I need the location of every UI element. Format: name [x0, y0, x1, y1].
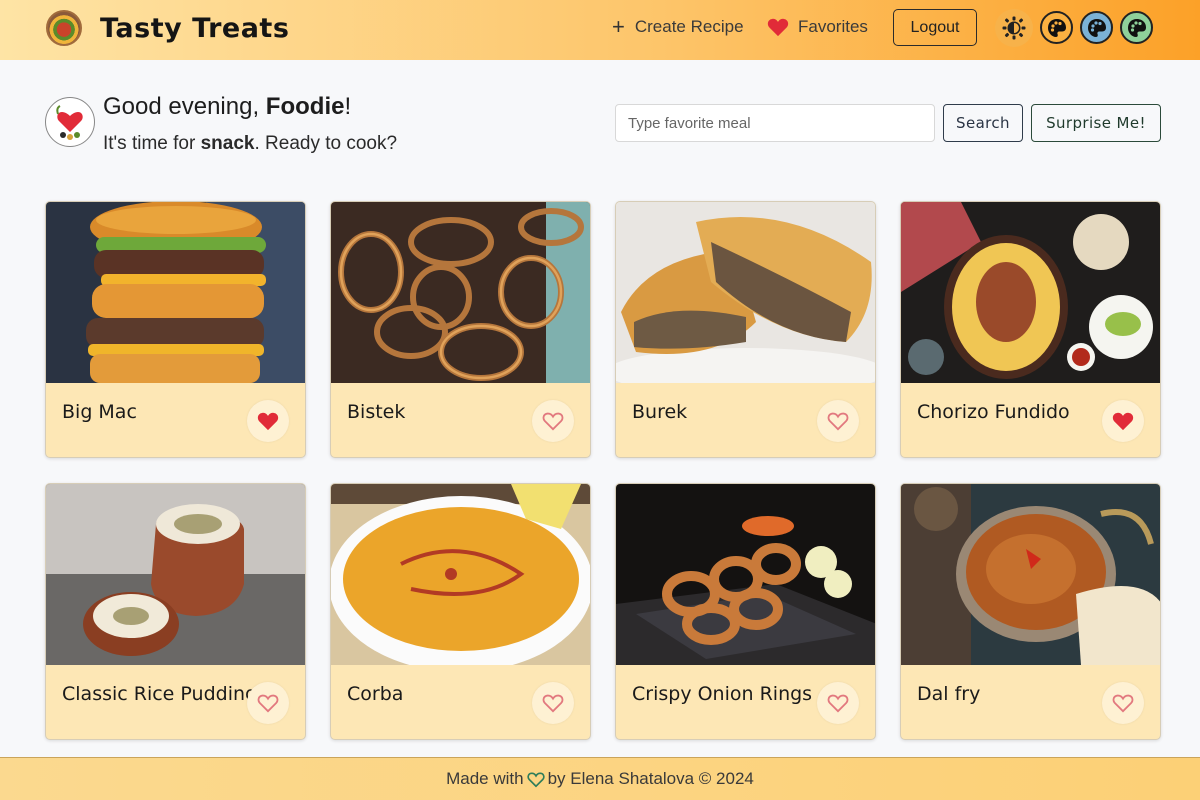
plus-icon: + [612, 14, 625, 39]
recipe-card[interactable]: Bistek [330, 201, 591, 458]
top-navbar: Tasty Treats + Create Recipe Favorites L… [0, 0, 1200, 60]
greeting-line2-suffix: . Ready to cook? [254, 133, 398, 154]
recipe-title: Dal fry [917, 683, 981, 705]
recipe-card[interactable]: Big Mac [45, 201, 306, 458]
favorite-toggle-button[interactable] [817, 682, 859, 724]
search-input[interactable] [615, 104, 935, 142]
footer: Made with by Elena Shatalova © 2024 [0, 757, 1200, 800]
create-recipe-label: Create Recipe [634, 17, 744, 36]
heart-icon [767, 18, 789, 37]
brand-title: Tasty Treats [100, 12, 290, 44]
favorite-toggle-button[interactable] [532, 400, 574, 442]
heart-outline-icon [1112, 694, 1134, 713]
recipe-image [616, 202, 875, 383]
heart-filled-icon [1112, 412, 1134, 431]
recipe-image [46, 484, 305, 665]
recipe-image [331, 202, 590, 383]
sun-icon [1002, 16, 1026, 40]
recipe-card[interactable]: Classic Rice Pudding [45, 483, 306, 740]
heart-outline-icon [827, 412, 849, 431]
recipe-card[interactable]: Chorizo Fundido [900, 201, 1161, 458]
heart-food-icon [56, 105, 83, 140]
brand-logo-icon [46, 10, 82, 46]
recipe-image [331, 484, 590, 665]
palette-blue-button[interactable] [1080, 11, 1113, 44]
recipe-title: Big Mac [62, 401, 137, 423]
palette-green-button[interactable] [1120, 11, 1153, 44]
greeting-suffix: ! [344, 93, 352, 120]
create-recipe-link[interactable]: + Create Recipe [612, 14, 744, 39]
palette-icon [1047, 18, 1066, 37]
recipe-title: Classic Rice Pudding [62, 683, 258, 705]
recipe-title: Crispy Onion Rings [632, 683, 813, 705]
greeting-prefix: Good evening, [103, 93, 266, 120]
recipe-card[interactable]: Dal fry [900, 483, 1161, 740]
favorites-link[interactable]: Favorites [767, 17, 868, 37]
heart-outline-icon [257, 694, 279, 713]
greeting-avatar [45, 97, 95, 147]
palette-orange-button[interactable] [1040, 11, 1073, 44]
greeting-user: Foodie [265, 93, 345, 120]
favorite-toggle-button[interactable] [817, 400, 859, 442]
favorite-toggle-button[interactable] [1102, 400, 1144, 442]
palette-icon [1127, 18, 1146, 37]
recipe-title: Chorizo Fundido [917, 401, 1070, 423]
recipe-image [616, 484, 875, 665]
favorite-toggle-button[interactable] [247, 400, 289, 442]
heart-filled-icon [257, 412, 279, 431]
search-button[interactable]: Search [943, 104, 1023, 142]
recipe-title: Bistek [347, 401, 406, 423]
footer-made-with: Made with [446, 769, 524, 788]
logout-button[interactable]: Logout [893, 9, 977, 46]
recipe-card[interactable]: Corba [330, 483, 591, 740]
favorites-label: Favorites [798, 17, 868, 36]
recipe-card[interactable]: Crispy Onion Rings [615, 483, 876, 740]
recipe-image [901, 484, 1160, 665]
heart-outline-icon [827, 694, 849, 713]
theme-toggle-button[interactable] [995, 9, 1033, 47]
favorite-toggle-button[interactable] [247, 682, 289, 724]
recipe-title: Burek [632, 401, 688, 423]
palette-icon [1087, 18, 1106, 37]
greeting-subtitle: It's time for snack. Ready to cook? [103, 133, 397, 155]
heart-outline-icon [542, 412, 564, 431]
brand[interactable]: Tasty Treats [46, 10, 289, 46]
favorite-toggle-button[interactable] [1102, 682, 1144, 724]
surprise-me-button[interactable]: Surprise Me! [1031, 104, 1161, 142]
recipe-card[interactable]: Burek [615, 201, 876, 458]
heart-outline-icon [542, 694, 564, 713]
greeting-line2-prefix: It's time for [103, 133, 201, 154]
greeting-meal: snack [200, 133, 255, 154]
recipe-title: Corba [347, 683, 404, 705]
footer-credit: by Elena Shatalova © 2024 [547, 769, 754, 788]
recipe-image [46, 202, 305, 383]
greeting-title: Good evening, Foodie! [103, 93, 351, 121]
recipe-image [901, 202, 1160, 383]
heart-outline-icon [526, 772, 545, 787]
favorite-toggle-button[interactable] [532, 682, 574, 724]
